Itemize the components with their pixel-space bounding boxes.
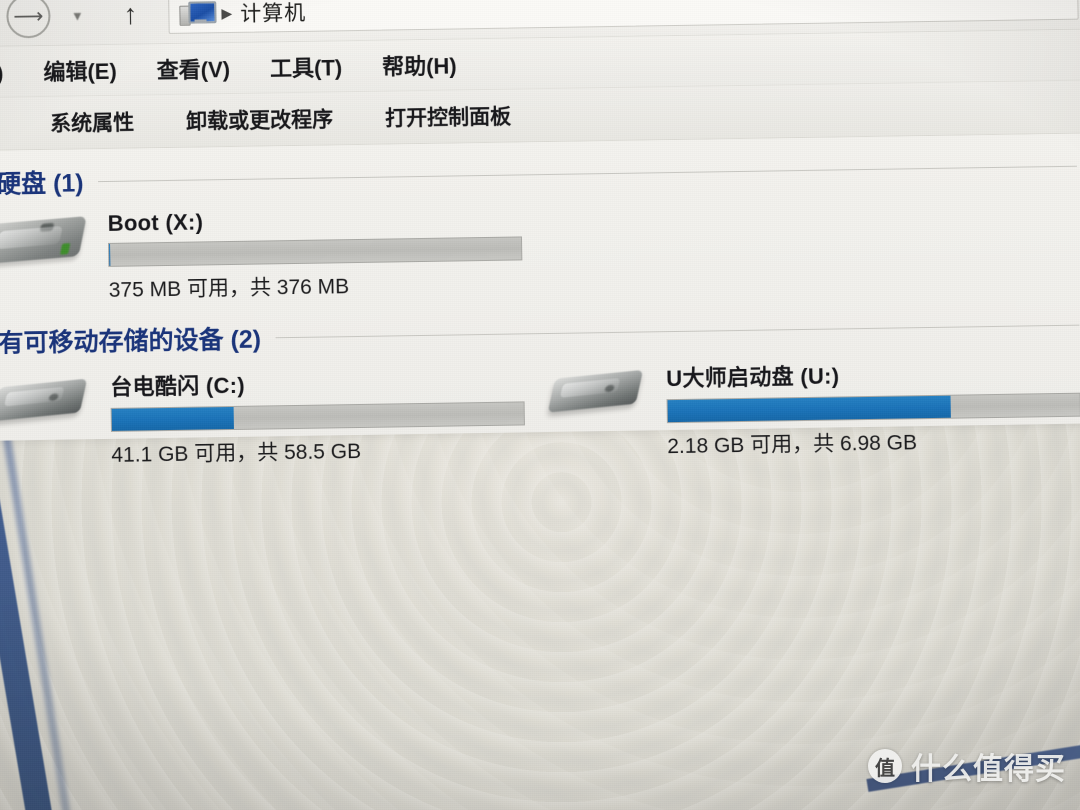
group-divider <box>97 165 1077 182</box>
breadcrumb-item-computer[interactable]: 计算机 <box>240 0 306 28</box>
capacity-bar <box>110 401 525 432</box>
toolbar-uninstall-change-program-button[interactable]: 卸载或更改程序 <box>160 103 359 136</box>
toolbar-system-properties-button[interactable]: 系统属性 <box>24 106 160 138</box>
drives-pane: 硬盘 (1) Boot (X:) 375 MB 可用，共 376 MB 有可移动… <box>0 133 1080 467</box>
watermark-text: 什么值得买 <box>911 753 1066 786</box>
drive-info: Boot (X:) 375 MB 可用，共 376 MB <box>107 202 523 303</box>
screenshot-root: ⟶ ▼ ↑ ▶ 计算机 件(F) 编辑(E) 查看(V) 工具(T) 帮助(H) <box>0 0 1080 810</box>
hard-disk-icon <box>0 209 92 273</box>
toolbar-open-control-panel-button[interactable]: 打开控制面板 <box>359 100 537 133</box>
capacity-bar-fill <box>109 243 111 266</box>
breadcrumb-separator-icon: ▶ <box>221 4 233 21</box>
menu-item-view[interactable]: 查看(V) <box>136 52 250 86</box>
group-divider <box>275 324 1080 338</box>
capacity-bar <box>108 236 523 267</box>
watermark: 值 什么值得买 <box>868 744 1066 788</box>
breadcrumb[interactable]: ▶ 计算机 <box>168 0 1079 34</box>
drive-row-removable: 台电酷闪 (C:) 41.1 GB 可用，共 58.5 GB U大师启动盘 (U… <box>0 342 1080 471</box>
group-title-removable-storage: 有可移动存储的设备 (2) <box>0 325 262 358</box>
menu-item-tools[interactable]: 工具(T) <box>250 50 363 84</box>
menu-item-file[interactable]: 件(F) <box>0 55 24 88</box>
forward-arrow-icon: ⟶ <box>6 0 51 39</box>
computer-icon <box>179 0 217 27</box>
drive-info: U大师启动盘 (U:) 2.18 GB 可用，共 6.98 GB <box>666 353 1080 460</box>
drive-label: U大师启动盘 (U:) <box>666 363 840 392</box>
group-title-hard-disks: 硬盘 (1) <box>0 169 84 199</box>
capacity-bar <box>666 392 1080 424</box>
capacity-bar-fill <box>111 406 235 431</box>
drive-row-hard-disks: Boot (X:) 375 MB 可用，共 376 MB <box>0 183 1080 306</box>
usb-flash-drive-icon <box>542 359 651 423</box>
up-arrow-icon[interactable]: ↑ <box>110 0 151 35</box>
drive-item-udashi-u[interactable]: U大师启动盘 (U:) 2.18 GB 可用，共 6.98 GB <box>542 353 1080 462</box>
drive-item-taiden-c[interactable]: 台电酷闪 (C:) 41.1 GB 可用，共 58.5 GB <box>0 361 526 470</box>
capacity-bar-fill <box>667 395 952 423</box>
forward-button[interactable]: ⟶ <box>2 0 51 39</box>
menu-item-help[interactable]: 帮助(H) <box>362 48 477 82</box>
toolbar-organize-button[interactable]: 织 <box>0 108 24 139</box>
explorer-window: ⟶ ▼ ↑ ▶ 计算机 件(F) 编辑(E) 查看(V) 工具(T) 帮助(H) <box>0 0 1080 467</box>
usb-flash-drive-icon <box>0 368 95 432</box>
drive-info: 台电酷闪 (C:) 41.1 GB 可用，共 58.5 GB <box>110 361 526 468</box>
chevron-down-icon[interactable]: ▼ <box>60 0 95 36</box>
drive-label: Boot (X:) <box>107 209 204 236</box>
drive-label: 台电酷闪 (C:) <box>110 372 246 400</box>
watermark-logo-icon: 值 <box>868 749 902 783</box>
menu-item-edit[interactable]: 编辑(E) <box>23 53 137 87</box>
drive-item-boot-x[interactable]: Boot (X:) 375 MB 可用，共 376 MB <box>0 202 523 305</box>
